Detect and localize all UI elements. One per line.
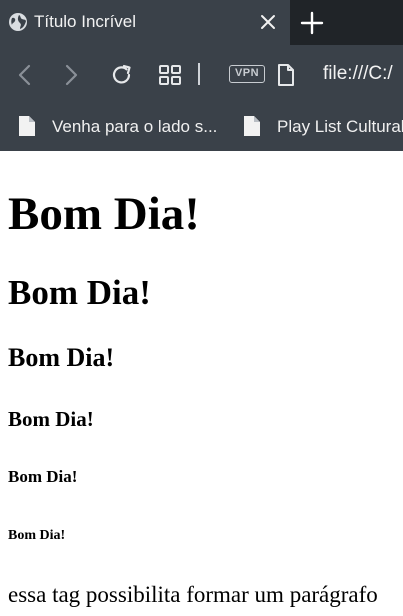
globe-icon [8,12,28,32]
navigation-toolbar: VPN file:///C:/ [0,45,403,105]
new-tab-plus-icon[interactable] [299,10,325,36]
page-content: Bom Dia! Bom Dia! Bom Dia! Bom Dia! Bom … [0,151,403,616]
vpn-badge[interactable]: VPN [229,65,265,83]
back-arrow-icon[interactable] [13,63,37,87]
heading-3: Bom Dia! [8,343,115,372]
reload-icon[interactable] [110,63,134,87]
bookmark-label: Play List Cultural [277,117,403,136]
active-tab[interactable]: Título Incrível [0,0,290,45]
toolbar-divider [198,63,200,85]
heading-2: Bom Dia! [8,273,151,312]
bookmarks-bar: Venha para o lado s... Play List Cultura… [0,105,403,151]
tab-strip: Título Incrível [0,0,403,45]
heading-1: Bom Dia! [8,188,200,240]
heading-4: Bom Dia! [8,407,94,431]
page-info-icon[interactable] [276,63,296,87]
forward-arrow-icon[interactable] [59,63,83,87]
document-icon [18,115,36,137]
browser-chrome: Título Incrível VPN file:///C:/ Venha pa… [0,0,403,151]
heading-5: Bom Dia! [8,467,78,486]
speed-dial-grid-icon[interactable] [158,63,182,87]
heading-6: Bom Dia! [8,528,66,543]
document-icon [243,115,261,137]
close-icon[interactable] [257,11,279,33]
tab-title: Título Incrível [34,12,137,31]
bookmark-label: Venha para o lado s... [52,117,218,136]
address-bar[interactable]: file:///C:/ [323,62,393,86]
paragraph: essa tag possibilita formar um parágrafo [8,582,378,607]
